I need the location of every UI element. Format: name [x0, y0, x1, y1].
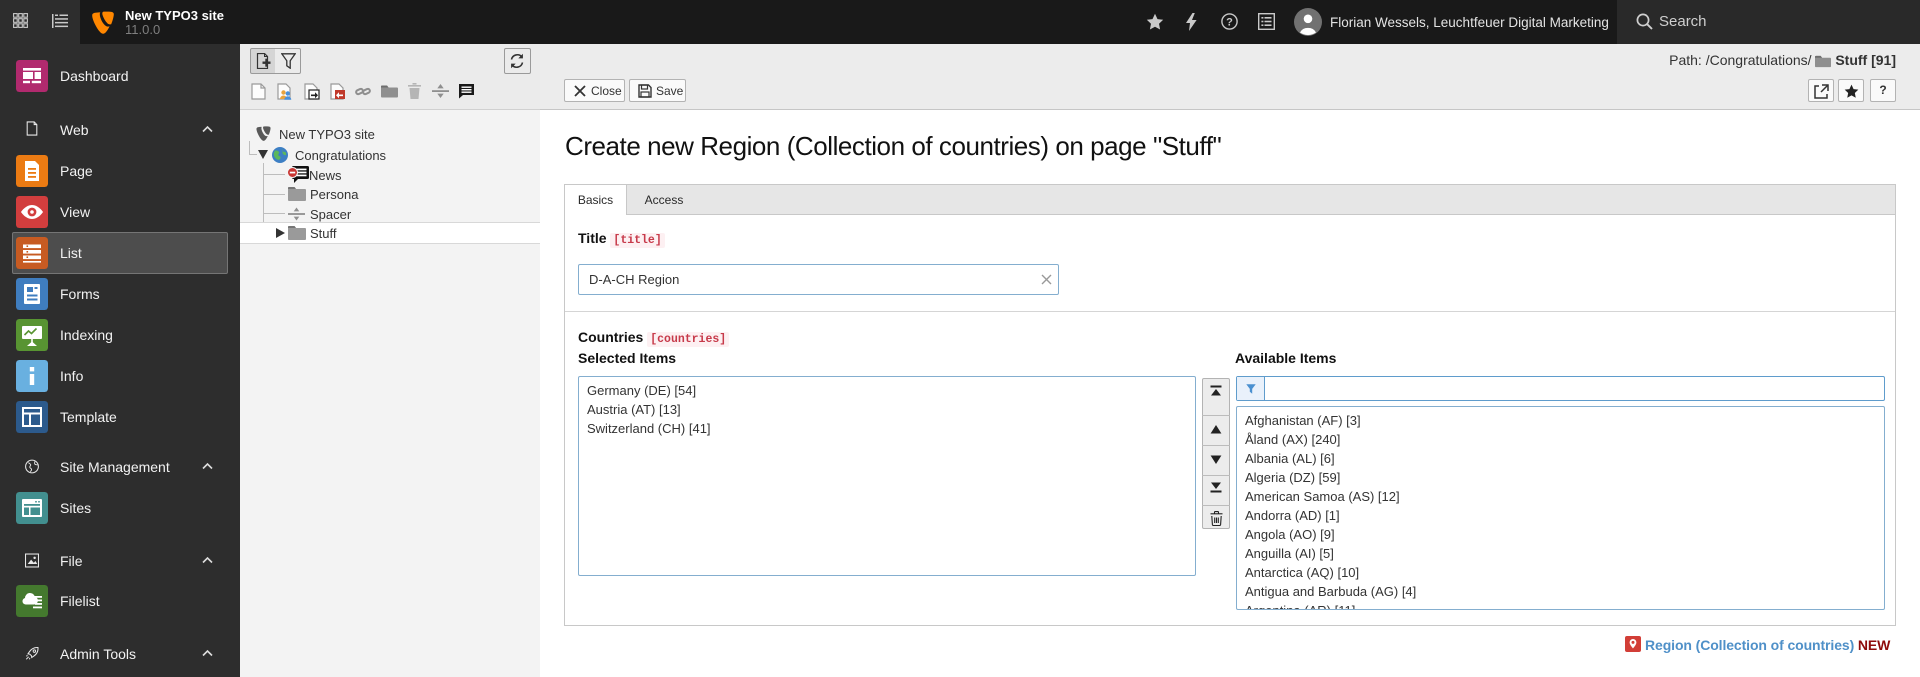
svg-text:?: ? [1226, 16, 1233, 28]
